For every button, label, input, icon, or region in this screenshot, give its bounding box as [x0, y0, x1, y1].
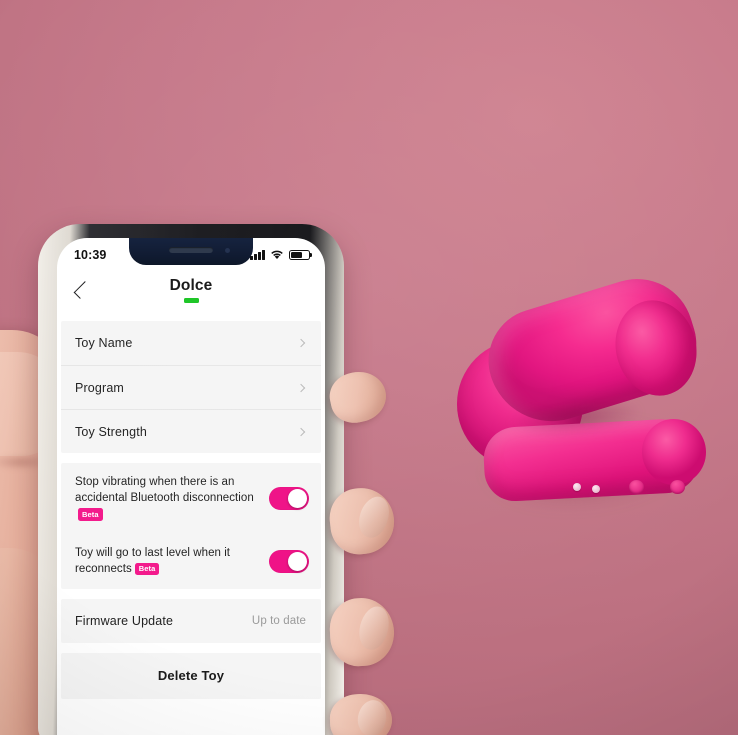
- back-chevron-icon: [73, 281, 91, 299]
- fingernail: [354, 492, 394, 542]
- product-indicator-led: [573, 483, 581, 491]
- battery-fill: [291, 251, 303, 258]
- beta-badge: Beta: [78, 508, 103, 521]
- wifi-icon: [271, 250, 283, 259]
- toggle-row-stop-vibrating[interactable]: Stop vibrating when there is an accident…: [61, 463, 321, 534]
- battery-icon: [289, 249, 310, 260]
- toggle-label-text: Stop vibrating when there is an accident…: [75, 476, 254, 505]
- chevron-right-icon: [296, 338, 306, 348]
- phone-screen: 10:39 Dolce Toy Name Program Toy Strengt…: [57, 238, 325, 735]
- phone-device: 10:39 Dolce Toy Name Program Toy Strengt…: [38, 224, 344, 735]
- status-bar-time: 10:39: [74, 247, 107, 262]
- product-upper-tip: [605, 291, 707, 405]
- settings-row-toy-strength[interactable]: Toy Strength: [61, 409, 321, 453]
- toggle-knob: [288, 488, 307, 508]
- settings-row-program[interactable]: Program: [61, 365, 321, 409]
- toggle-label: Stop vibrating when there is an accident…: [75, 474, 259, 523]
- product-curve: [457, 340, 583, 468]
- firmware-status-value: Up to date: [251, 614, 306, 627]
- fingernail: [355, 603, 393, 653]
- settings-card-firmware: Firmware Update Up to date: [61, 598, 321, 643]
- chevron-right-icon: [296, 427, 306, 436]
- product-button: [629, 480, 644, 494]
- settings-card-primary: Toy Name Program Toy Strength: [61, 321, 321, 453]
- settings-card-delete: Delete Toy: [61, 652, 321, 699]
- toy-battery-indicator: [183, 298, 199, 303]
- back-button[interactable]: [67, 275, 97, 305]
- row-label: Firmware Update: [75, 613, 174, 628]
- row-label: Toy Strength: [75, 424, 147, 439]
- product-lower-arm: [482, 417, 702, 503]
- delete-toy-label: Delete Toy: [157, 668, 225, 684]
- row-label: Toy Name: [75, 336, 133, 350]
- photo-scene: 10:39 Dolce Toy Name Program Toy Strengt…: [0, 0, 738, 735]
- toggle-label: Toy will go to last level when it reconn…: [75, 545, 259, 578]
- toggle-row-last-level[interactable]: Toy will go to last level when it reconn…: [61, 534, 321, 589]
- toggle-knob: [288, 551, 307, 571]
- beta-badge: Beta: [134, 562, 160, 576]
- status-bar-icons: [250, 245, 310, 260]
- product-shadow: [446, 392, 726, 536]
- toggle-switch-last-level[interactable]: [269, 549, 309, 573]
- chevron-right-icon: [296, 383, 306, 392]
- product-button: [670, 480, 685, 494]
- nav-title-group: Dolce: [170, 277, 213, 303]
- delete-toy-button[interactable]: Delete Toy: [61, 653, 321, 699]
- navigation-bar: Dolce: [57, 267, 325, 313]
- fingernail: [355, 697, 389, 735]
- cellular-signal-icon: [250, 250, 265, 260]
- page-title: Dolce: [169, 277, 213, 294]
- product-inner-shadow: [490, 391, 680, 449]
- settings-card-toggles: Stop vibrating when there is an accident…: [61, 463, 321, 589]
- settings-row-toy-name[interactable]: Toy Name: [61, 321, 321, 365]
- settings-row-firmware-update[interactable]: Firmware Update Up to date: [61, 599, 321, 643]
- settings-content: Toy Name Program Toy Strength Stop vibra…: [57, 313, 325, 735]
- status-bar: 10:39: [57, 238, 325, 267]
- toggle-switch-stop-vibrating[interactable]: [269, 486, 309, 510]
- product-lower-tip: [638, 415, 710, 489]
- product-indicator-led: [592, 485, 600, 493]
- product-upper-arm: [475, 265, 709, 437]
- row-label: Program: [75, 380, 124, 395]
